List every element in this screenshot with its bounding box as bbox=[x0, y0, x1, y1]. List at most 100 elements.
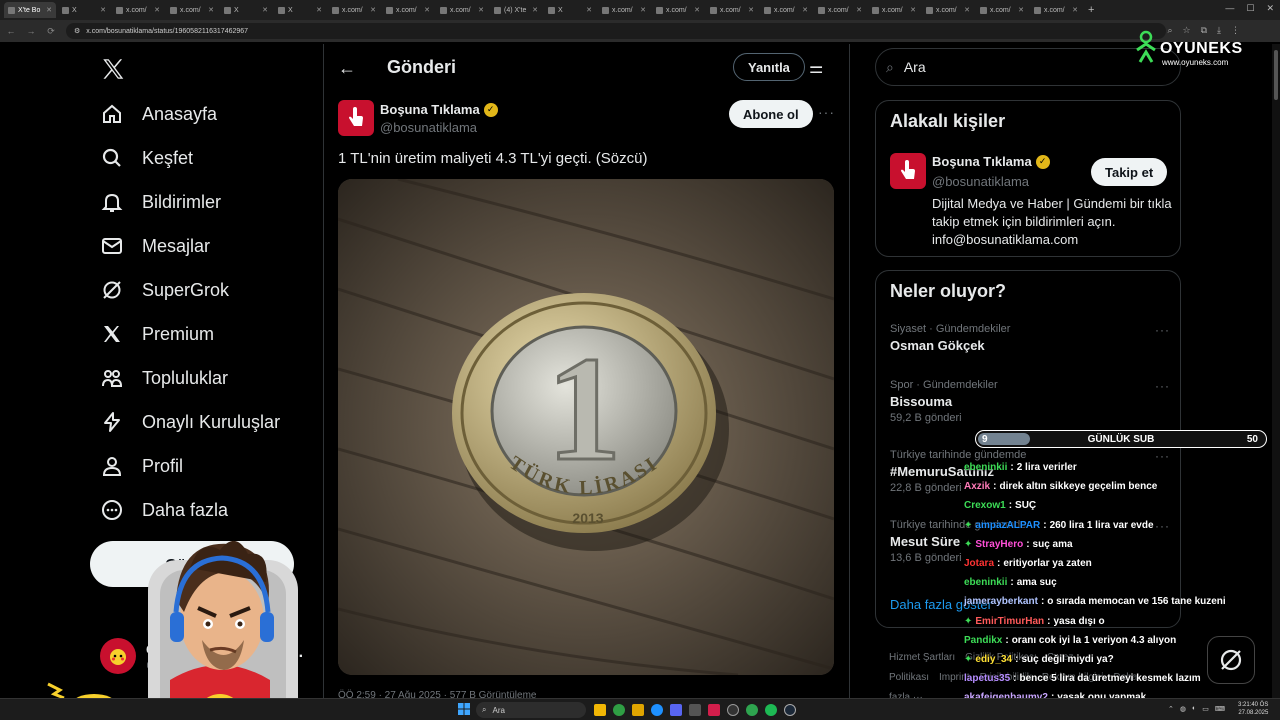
browser-tab[interactable]: x.com/ ✕ bbox=[598, 2, 650, 18]
app-icon-explorer[interactable] bbox=[594, 704, 606, 716]
browser-tab[interactable]: X ✕ bbox=[544, 2, 596, 18]
scrollbar-thumb[interactable] bbox=[1274, 50, 1278, 100]
nav-item-7[interactable]: Onaylı Kuruluşlar bbox=[100, 410, 280, 434]
taskbar-clock[interactable]: 3:21:40 ÖS 27.08.2025 bbox=[1238, 701, 1268, 717]
footer-link[interactable]: Hizmet Şartları bbox=[889, 652, 955, 663]
app-icon-discord[interactable] bbox=[670, 704, 682, 716]
nav-item-4[interactable]: SuperGrok bbox=[100, 278, 229, 302]
tab-close-icon[interactable]: ✕ bbox=[640, 6, 646, 14]
app-icon-store[interactable] bbox=[689, 704, 701, 716]
author-name[interactable]: Boşuna Tıklama ✓ bbox=[380, 102, 498, 117]
browser-tab[interactable]: x.com/ ✕ bbox=[814, 2, 866, 18]
app-icon-spotify[interactable] bbox=[765, 704, 777, 716]
nav-item-5[interactable]: Premium bbox=[100, 322, 214, 346]
related-handle[interactable]: @bosunatiklama bbox=[932, 174, 1029, 189]
tab-close-icon[interactable]: ✕ bbox=[748, 6, 754, 14]
minimize-icon[interactable]: — bbox=[1225, 3, 1234, 14]
browser-tab[interactable]: x.com/ ✕ bbox=[382, 2, 434, 18]
nav-item-9[interactable]: Daha fazla bbox=[100, 498, 228, 522]
browser-tab[interactable]: x.com/ ✕ bbox=[976, 2, 1028, 18]
tab-close-icon[interactable]: ✕ bbox=[100, 6, 106, 14]
browser-tab[interactable]: x.com/ ✕ bbox=[166, 2, 218, 18]
grok-float-button[interactable] bbox=[1207, 636, 1255, 684]
post-more-icon[interactable]: ··· bbox=[818, 104, 835, 120]
maximize-icon[interactable]: ☐ bbox=[1246, 3, 1254, 14]
forward-nav-icon[interactable]: → bbox=[26, 26, 36, 36]
battery-icon[interactable]: ▭ bbox=[1202, 705, 1209, 713]
nav-item-3[interactable]: Mesajlar bbox=[100, 234, 210, 258]
follow-button[interactable]: Takip et bbox=[1091, 158, 1168, 186]
tab-close-icon[interactable]: ✕ bbox=[964, 6, 970, 14]
back-arrow-icon[interactable]: ← bbox=[338, 58, 356, 79]
tab-close-icon[interactable]: ✕ bbox=[478, 6, 484, 14]
browser-tab[interactable]: x.com/ ✕ bbox=[328, 2, 380, 18]
tab-close-icon[interactable]: ✕ bbox=[1018, 6, 1024, 14]
url-field[interactable]: ⚙ x.com/bosunatiklama/status/19605821163… bbox=[66, 23, 1166, 39]
tab-close-icon[interactable]: ✕ bbox=[856, 6, 862, 14]
related-name[interactable]: Boşuna Tıklama ✓ bbox=[932, 154, 1050, 169]
tab-close-icon[interactable]: ✕ bbox=[46, 6, 52, 14]
browser-tab[interactable]: x.com/ ✕ bbox=[706, 2, 758, 18]
tab-close-icon[interactable]: ✕ bbox=[208, 6, 214, 14]
trend-item[interactable]: Spor · Gündemdekiler Bissouma 59,2 B gönde… bbox=[890, 379, 1170, 424]
browser-tab[interactable]: x.com/ ✕ bbox=[1030, 2, 1082, 18]
app-icon-browser[interactable] bbox=[746, 704, 758, 716]
nav-item-2[interactable]: Bildirimler bbox=[100, 190, 221, 214]
tab-close-icon[interactable]: ✕ bbox=[532, 6, 538, 14]
volume-icon[interactable]: ◐ bbox=[1192, 705, 1196, 713]
browser-tab[interactable]: X ✕ bbox=[58, 2, 110, 18]
post-image[interactable]: 1 2013 TÜRK LİRASI bbox=[338, 179, 834, 675]
trend-more-icon[interactable]: ··· bbox=[1155, 323, 1170, 337]
tab-close-icon[interactable]: ✕ bbox=[262, 6, 268, 14]
browser-tab[interactable]: X'te Bo ✕ bbox=[4, 2, 56, 18]
site-info-icon[interactable]: ⚙ bbox=[74, 27, 80, 35]
back-nav-icon[interactable]: ← bbox=[6, 26, 16, 36]
reload-icon[interactable]: ⟳ bbox=[46, 26, 56, 37]
app-icon-chrome[interactable] bbox=[613, 704, 625, 716]
network-icon[interactable]: ◍ bbox=[1180, 705, 1186, 713]
page-scrollbar[interactable] bbox=[1272, 44, 1280, 700]
filter-sliders-icon[interactable]: ⚌ bbox=[809, 58, 823, 78]
subscribe-button[interactable]: Abone ol bbox=[729, 100, 813, 128]
nav-item-1[interactable]: Keşfet bbox=[100, 146, 193, 170]
tab-close-icon[interactable]: ✕ bbox=[1072, 6, 1078, 14]
author-handle[interactable]: @bosunatiklama bbox=[380, 120, 477, 135]
x-logo-icon[interactable] bbox=[100, 56, 126, 82]
tab-close-icon[interactable]: ✕ bbox=[910, 6, 916, 14]
tab-close-icon[interactable]: ✕ bbox=[694, 6, 700, 14]
trend-more-icon[interactable]: ··· bbox=[1155, 379, 1170, 393]
close-window-icon[interactable]: ✕ bbox=[1266, 3, 1274, 14]
nav-item-8[interactable]: Profil bbox=[100, 454, 183, 478]
browser-tab[interactable]: x.com/ ✕ bbox=[112, 2, 164, 18]
browser-tab[interactable]: x.com/ ✕ bbox=[652, 2, 704, 18]
browser-tab[interactable]: x.com/ ✕ bbox=[922, 2, 974, 18]
tab-close-icon[interactable]: ✕ bbox=[424, 6, 430, 14]
app-icon-files[interactable] bbox=[632, 704, 644, 716]
app-icon-edge[interactable] bbox=[651, 704, 663, 716]
browser-tab[interactable]: x.com/ ✕ bbox=[760, 2, 812, 18]
browser-tab[interactable]: X ✕ bbox=[274, 2, 326, 18]
tab-close-icon[interactable]: ✕ bbox=[370, 6, 376, 14]
tab-close-icon[interactable]: ✕ bbox=[586, 6, 592, 14]
app-icon-obs[interactable] bbox=[727, 704, 739, 716]
new-tab-button[interactable]: + bbox=[1088, 4, 1094, 16]
tray-arrow-icon[interactable]: ⌃ bbox=[1168, 705, 1174, 713]
browser-tab[interactable]: (4) X'te ✕ bbox=[490, 2, 542, 18]
app-icon-steam[interactable] bbox=[784, 704, 796, 716]
trend-item[interactable]: Siyaset · Gündemdekiler Osman Gökçek ··· bbox=[890, 323, 1170, 356]
taskbar-search[interactable]: ⌕ Ara bbox=[476, 702, 586, 718]
browser-tab[interactable]: x.com/ ✕ bbox=[436, 2, 488, 18]
related-avatar[interactable] bbox=[890, 153, 926, 189]
windows-start-icon[interactable] bbox=[458, 703, 470, 715]
tab-close-icon[interactable]: ✕ bbox=[316, 6, 322, 14]
tab-close-icon[interactable]: ✕ bbox=[802, 6, 808, 14]
nav-item-6[interactable]: Topluluklar bbox=[100, 366, 228, 390]
browser-tab[interactable]: X ✕ bbox=[220, 2, 272, 18]
browser-tab[interactable]: x.com/ ✕ bbox=[868, 2, 920, 18]
language-icon[interactable]: ⌨ bbox=[1215, 705, 1225, 713]
app-icon-app[interactable] bbox=[708, 704, 720, 716]
nav-item-0[interactable]: Anasayfa bbox=[100, 102, 217, 126]
author-avatar[interactable] bbox=[338, 100, 374, 136]
tab-close-icon[interactable]: ✕ bbox=[154, 6, 160, 14]
reply-button[interactable]: Yanıtla bbox=[733, 53, 805, 81]
